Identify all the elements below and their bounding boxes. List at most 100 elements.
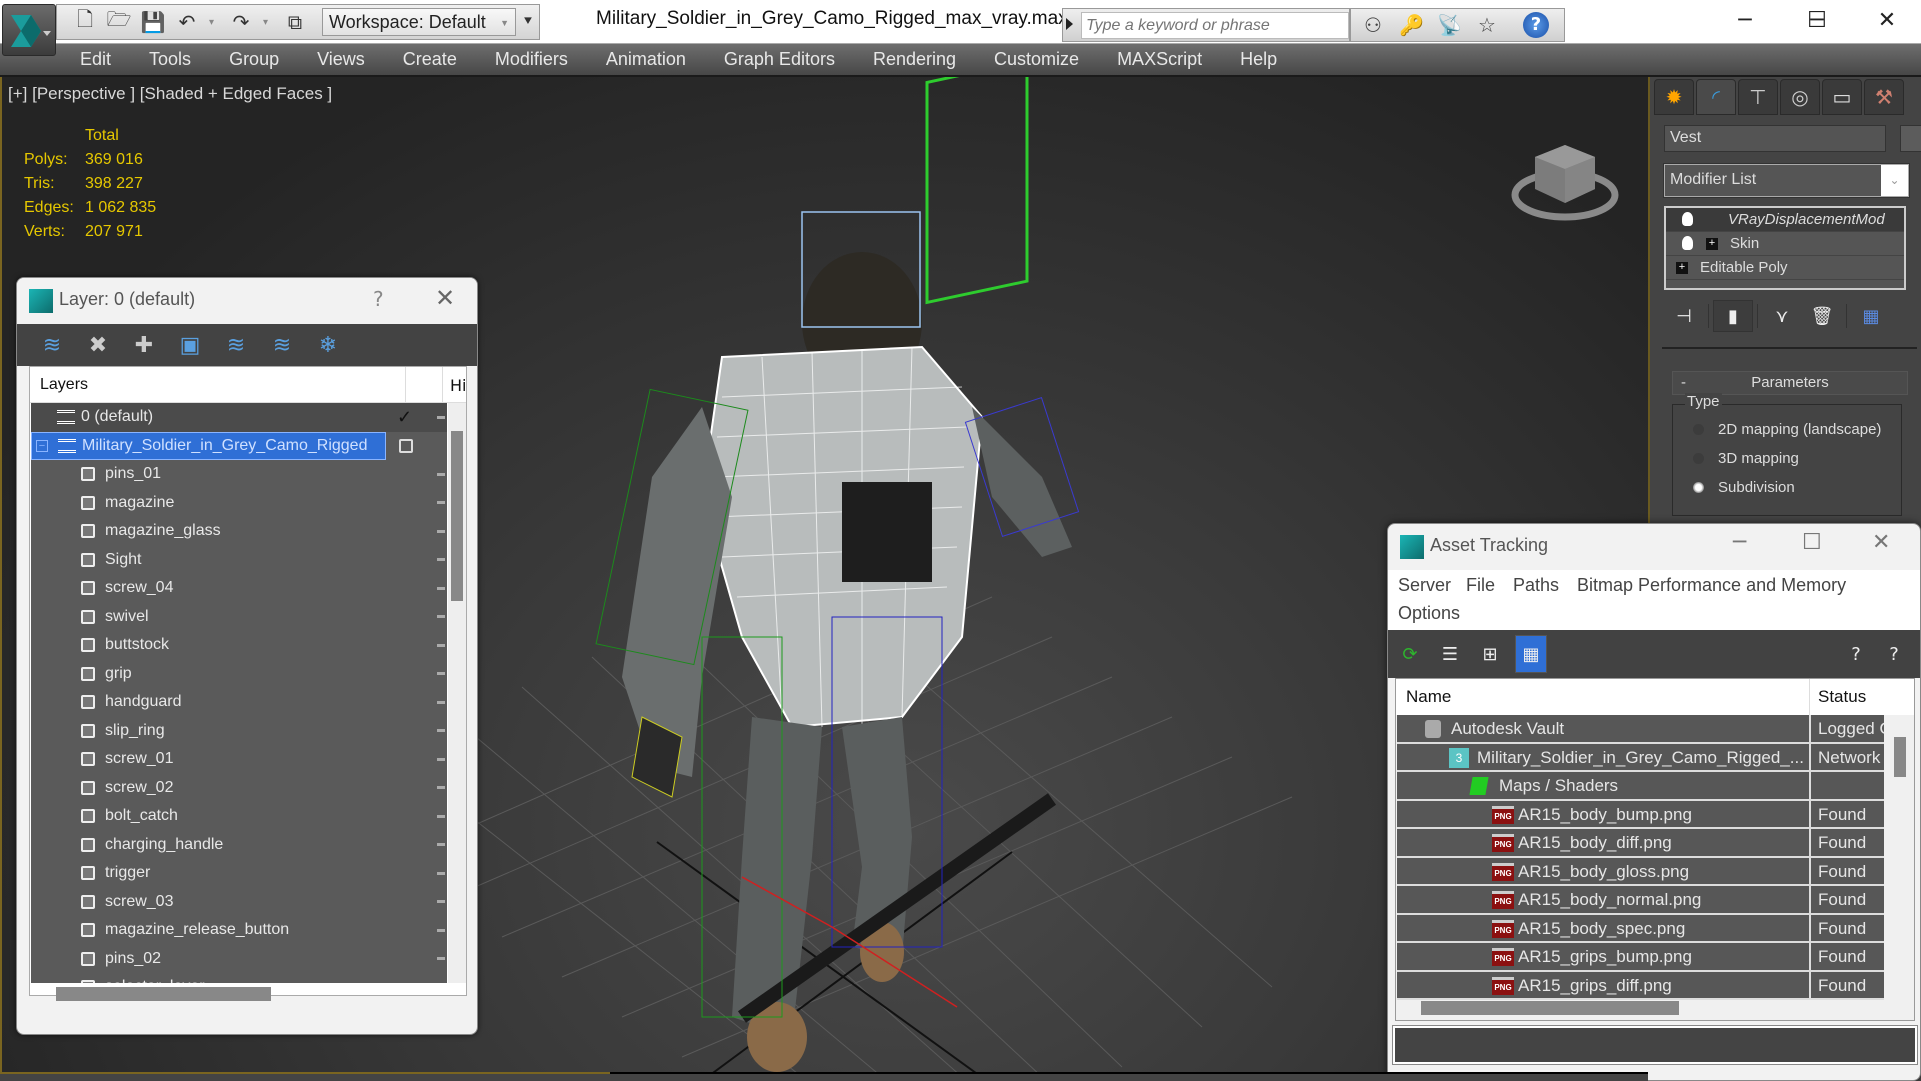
menu-create[interactable]: Create [403, 49, 457, 70]
add-to-layer-icon[interactable]: ✚ [131, 332, 157, 358]
binoculars-icon[interactable]: ⚇ [1361, 13, 1385, 37]
object-row[interactable]: screw_02 [31, 774, 447, 803]
object-row[interactable]: magazine_glass [31, 517, 447, 546]
freeze-layer-icon[interactable]: ❄ [315, 332, 341, 358]
pin-stack-icon[interactable]: ⊣ [1664, 300, 1704, 332]
menu-rendering[interactable]: Rendering [873, 49, 956, 70]
refresh-icon[interactable]: ⟳ [1398, 642, 1422, 666]
object-name-field[interactable]: Vest [1664, 125, 1886, 152]
asset-row[interactable]: PNG AR15_body_bump.png Found [1397, 800, 1884, 829]
configure-modifier-sets-icon[interactable]: ▦ [1851, 300, 1891, 332]
column-status[interactable]: Status [1818, 687, 1866, 707]
menu-server[interactable]: Server [1398, 575, 1451, 596]
menu-tools[interactable]: Tools [149, 49, 191, 70]
asset-row[interactable]: PNG AR15_grips_bump.png Found [1397, 943, 1884, 972]
object-row[interactable]: magazine [31, 489, 447, 518]
object-row[interactable]: pins_01 [31, 460, 447, 489]
online-help-icon[interactable]: ? [1844, 642, 1868, 666]
undo-dropdown-icon[interactable]: ▾ [209, 17, 219, 28]
asset-row[interactable]: Maps / Shaders [1397, 772, 1884, 801]
hide-toggle[interactable] [437, 928, 445, 932]
column-hide[interactable]: Hi [450, 376, 466, 395]
parameters-rollout-header[interactable]: - Parameters [1672, 371, 1908, 395]
set-current-layer-toggle[interactable] [399, 438, 413, 453]
table-view-icon[interactable]: ▦ [1515, 635, 1547, 673]
lightbulb-icon[interactable] [1682, 236, 1693, 250]
current-layer-checkmark-icon[interactable]: ✓ [397, 407, 412, 428]
create-layer-icon[interactable]: ≋ [39, 332, 65, 358]
remove-modifier-icon[interactable]: 🗑 [1802, 300, 1842, 332]
satellite-icon[interactable]: 📡 [1437, 13, 1462, 37]
stack-item-skin[interactable]: + Skin [1666, 232, 1904, 256]
menu-help[interactable]: Help [1240, 49, 1277, 70]
menu-graph-editors[interactable]: Graph Editors [724, 49, 835, 70]
hide-toggle[interactable] [437, 586, 445, 590]
asset-row[interactable]: Autodesk Vault Logged Out [1397, 715, 1884, 744]
menu-modifiers[interactable]: Modifiers [495, 49, 568, 70]
minimize-button-2[interactable]: ─ [1710, 0, 1780, 40]
hide-toggle[interactable] [437, 700, 445, 704]
asset-row[interactable]: PNG AR15_grips_diff.png Found [1397, 971, 1884, 1000]
make-unique-icon[interactable]: ⋎ [1762, 300, 1802, 332]
object-row[interactable]: screw_03 [31, 888, 447, 917]
modifier-list-dropdown[interactable]: Modifier List ⌄ [1663, 163, 1910, 198]
menu-animation[interactable]: Animation [606, 49, 686, 70]
viewcube[interactable] [1510, 127, 1620, 227]
hierarchy-tab[interactable]: ⊤ [1738, 79, 1778, 115]
object-row[interactable]: swivel [31, 603, 447, 632]
create-tab[interactable]: ✹ [1654, 79, 1694, 115]
scrollbar-thumb[interactable] [451, 431, 463, 601]
open-folder-icon[interactable]: 🗁 [107, 7, 132, 34]
hide-toggle[interactable] [437, 472, 445, 476]
undo-icon[interactable]: ↶ [175, 10, 199, 34]
asset-row[interactable]: PNG AR15_body_spec.png Found [1397, 914, 1884, 943]
select-layer-icon[interactable]: ≋ [223, 332, 249, 358]
context-help-icon[interactable]: ? [1882, 642, 1906, 666]
hide-toggle[interactable] [437, 529, 445, 533]
expand-icon[interactable]: + [1676, 262, 1688, 274]
hide-toggle[interactable] [437, 729, 445, 733]
redo-dropdown-icon[interactable]: ▾ [263, 17, 273, 28]
list-view-icon[interactable]: ☰ [1438, 642, 1462, 666]
radio-2d-mapping[interactable]: 2D mapping (landscape) [1693, 421, 1881, 438]
hide-toggle[interactable] [437, 558, 445, 562]
hide-toggle[interactable] [437, 814, 445, 818]
collapse-icon[interactable]: − [36, 439, 48, 452]
maximize-button[interactable]: ☐ [1802, 530, 1822, 555]
menu-bitmap-performance[interactable]: Bitmap Performance and Memory [1577, 575, 1846, 596]
menu-paths[interactable]: Paths [1513, 575, 1559, 596]
hide-toggle[interactable] [437, 672, 445, 676]
hide-toggle[interactable] [437, 843, 445, 847]
maximize-button[interactable]: ☐ [1782, 0, 1852, 40]
hide-toggle[interactable] [437, 757, 445, 761]
display-tab[interactable]: ▭ [1822, 79, 1862, 115]
close-button[interactable]: ✕ [435, 284, 455, 312]
close-button[interactable]: ✕ [1852, 0, 1921, 40]
object-row[interactable]: slip_ring [31, 717, 447, 746]
stack-item-editable-poly[interactable]: + Editable Poly [1666, 256, 1904, 280]
modify-tab[interactable]: ◜ [1696, 79, 1736, 115]
hide-toggle[interactable] [437, 415, 445, 419]
object-row[interactable]: trigger [31, 859, 447, 888]
minimize-button[interactable]: ─ [1733, 530, 1746, 555]
customize-toolbar-button[interactable]: ⯆ [519, 8, 537, 36]
vertical-scrollbar[interactable] [448, 403, 466, 983]
radio-3d-mapping[interactable]: 3D mapping [1693, 450, 1799, 467]
scrollbar-thumb[interactable] [1894, 737, 1906, 777]
save-icon[interactable]: 💾 [141, 10, 166, 34]
object-row[interactable]: grip [31, 660, 447, 689]
hide-toggle[interactable] [437, 501, 445, 505]
help-button[interactable]: ? [373, 287, 384, 311]
stack-item-vraydisplacementmod[interactable]: VRayDisplacementMod [1666, 208, 1904, 232]
star-icon[interactable]: ☆ [1475, 13, 1499, 37]
search-input[interactable] [1081, 12, 1349, 39]
asset-row[interactable]: 3 Military_Soldier_in_Grey_Camo_Rigged_..… [1397, 743, 1884, 772]
expand-icon[interactable]: + [1706, 238, 1718, 250]
hide-toggle[interactable] [437, 615, 445, 619]
horizontal-scrollbar[interactable] [56, 987, 271, 1001]
hide-toggle[interactable] [437, 786, 445, 790]
delete-layer-icon[interactable]: ✖ [85, 332, 111, 358]
help-icon[interactable]: ? [1523, 12, 1549, 38]
horizontal-scrollbar[interactable] [1421, 1001, 1679, 1015]
hide-toggle[interactable] [437, 643, 445, 647]
